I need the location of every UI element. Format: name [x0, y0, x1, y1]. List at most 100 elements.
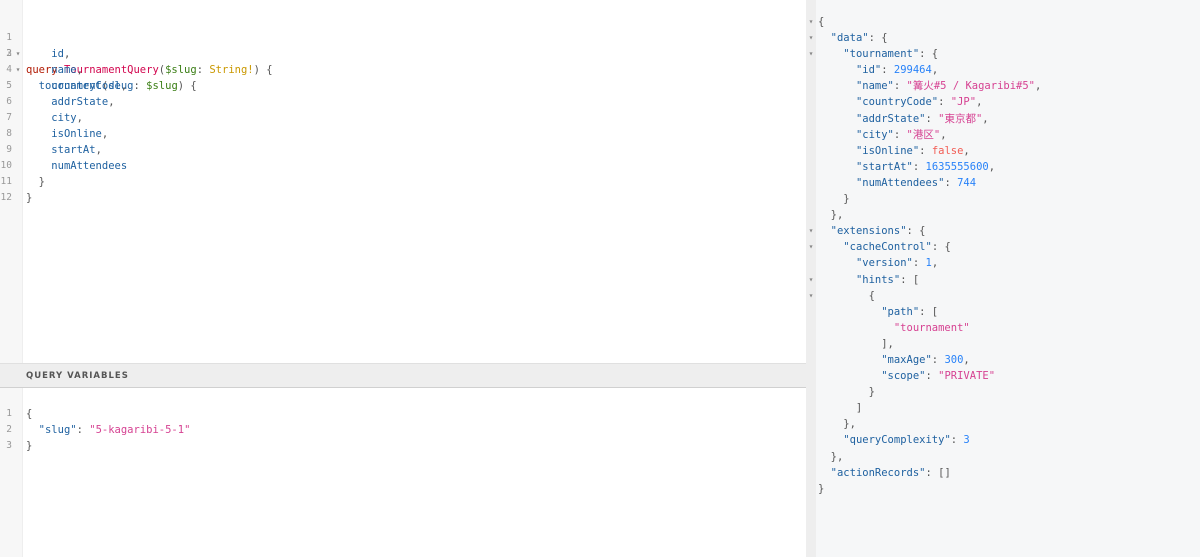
result-line: "addrState": "東京都",	[855, 112, 989, 125]
json-key: "version"	[855, 257, 913, 270]
result-pane: ▾{ ▾ "data": { ▾ "tournament": { "id": 2…	[808, 0, 1200, 557]
result-line: "id": 299464,	[855, 64, 939, 77]
field-name: isOnline	[51, 128, 102, 140]
line-number: 12	[0, 192, 12, 203]
json-value: "港区"	[906, 128, 941, 141]
result-line: },	[818, 209, 844, 222]
field-name: city	[51, 112, 77, 124]
json-key: "actionRecords"	[830, 466, 926, 479]
json-value: 3	[963, 434, 970, 447]
query-editor[interactable]: 1 ▾ query TournamentQuery($slug: String!…	[0, 14, 806, 206]
line-number: 4	[6, 64, 12, 75]
field-name: addrState	[51, 96, 109, 108]
code-line: 2 ▾ tournament(slug: $slug) {	[0, 30, 806, 92]
result-line: ▾{	[808, 16, 825, 28]
line-number: 11	[0, 176, 12, 187]
variables-editor[interactable]: 1{ 2 "slug": "5-kagaribi-5-1" 3}	[0, 406, 806, 454]
result-line: "scope": "PRIVATE"	[881, 370, 996, 383]
result-line: }	[818, 482, 825, 495]
fold-arrow-icon[interactable]: ▾	[807, 46, 815, 62]
result-line: "maxAge": 300,	[881, 353, 970, 366]
line-number: 6	[6, 96, 12, 107]
variable-value: "5-kagaribi-5-1"	[89, 424, 191, 436]
result-line: "version": 1,	[855, 257, 939, 270]
query-variables-header[interactable]: QUERY VARIABLES	[0, 363, 806, 388]
line-number: 8	[6, 128, 12, 139]
json-value: "tournament"	[893, 321, 970, 334]
json-value: "PRIVATE"	[938, 370, 996, 383]
fold-arrow-icon[interactable]: ▾	[807, 14, 815, 30]
result-line: "numAttendees": 744	[855, 176, 977, 189]
result-line: "city": "港区",	[855, 128, 947, 141]
result-line: "isOnline": false,	[855, 144, 970, 157]
json-value: 299464	[893, 64, 932, 77]
code-line: 3 id,	[0, 46, 806, 62]
result-line: ▾ "cacheControl": {	[808, 241, 951, 254]
json-key: "extensions"	[830, 225, 907, 238]
variable-key: "slug"	[38, 424, 77, 436]
json-key: "scope"	[881, 370, 926, 383]
json-key: "countryCode"	[855, 96, 939, 109]
line-number: 3	[6, 440, 12, 451]
code-line: 10 numAttendees	[0, 158, 806, 174]
json-key: "name"	[855, 80, 894, 93]
field-name: name	[51, 64, 77, 76]
fold-arrow-icon[interactable]: ▾	[807, 30, 815, 46]
result-line: ▾ "tournament": {	[808, 48, 939, 61]
fold-arrow-icon[interactable]: ▾	[807, 239, 815, 255]
result-line: }	[818, 193, 850, 206]
code-line: 11 }	[0, 176, 45, 188]
query-pane: 1 ▾ query TournamentQuery($slug: String!…	[0, 0, 806, 557]
field-name: id	[51, 48, 64, 60]
result-line: "actionRecords": []	[830, 466, 951, 479]
line-number: 5	[6, 80, 12, 91]
json-key: "id"	[855, 64, 882, 77]
result-line: }	[818, 386, 875, 399]
line-number: 10	[0, 160, 12, 171]
json-key: "data"	[830, 32, 869, 45]
line-number: 9	[6, 144, 12, 155]
json-key: "startAt"	[855, 160, 913, 173]
result-line: ]	[818, 402, 863, 415]
result-line: ▾ "data": {	[808, 32, 888, 45]
json-value: "篝火#5 / Kagaribi#5"	[906, 80, 1035, 93]
result-line: ▾ "extensions": {	[808, 225, 926, 238]
field-name: numAttendees	[51, 160, 128, 172]
fold-arrow-icon[interactable]: ▾	[807, 272, 815, 288]
field-name: countryCode	[51, 80, 121, 92]
fold-arrow-icon[interactable]: ▾	[807, 223, 815, 239]
json-key: "city"	[855, 128, 894, 141]
result-line: ],	[818, 337, 894, 350]
json-value: false	[931, 144, 964, 157]
code-line: 6 addrState,	[0, 94, 806, 110]
result-line: ▾ "hints": [	[808, 273, 920, 286]
code-line: 8 isOnline,	[0, 126, 806, 142]
code-line: 4 name,	[0, 62, 806, 78]
result-line: "tournament"	[816, 320, 1200, 336]
code-line: 9 startAt,	[0, 142, 806, 158]
json-key: "addrState"	[855, 112, 926, 125]
fold-arrow-icon[interactable]: ▾	[807, 288, 815, 304]
result-viewer: ▾{ ▾ "data": { ▾ "tournament": { "id": 2…	[808, 14, 1200, 497]
json-value: 744	[957, 176, 977, 189]
json-value: "東京都"	[938, 112, 983, 125]
line-number: 7	[6, 112, 12, 123]
result-line: "path": [	[881, 305, 939, 318]
code-line: 12}	[0, 192, 33, 204]
result-line: },	[818, 418, 856, 431]
json-value: "JP"	[950, 96, 977, 109]
code-line: 3}	[0, 438, 806, 454]
result-line: "countryCode": "JP",	[855, 96, 983, 109]
result-line: "queryComplexity": 3	[843, 434, 970, 447]
result-line: "startAt": 1635555600,	[855, 160, 996, 173]
code-line: 1{	[0, 406, 806, 422]
code-line: 7 city,	[0, 110, 806, 126]
result-line: },	[818, 450, 844, 463]
json-value: 300	[944, 353, 964, 366]
code-line: 1 ▾ query TournamentQuery($slug: String!…	[0, 14, 806, 76]
line-number: 3	[6, 48, 12, 59]
json-key: "numAttendees"	[855, 176, 945, 189]
line-number: 2	[6, 424, 12, 435]
query-variables-title: QUERY VARIABLES	[26, 371, 129, 381]
json-key: "isOnline"	[855, 144, 920, 157]
